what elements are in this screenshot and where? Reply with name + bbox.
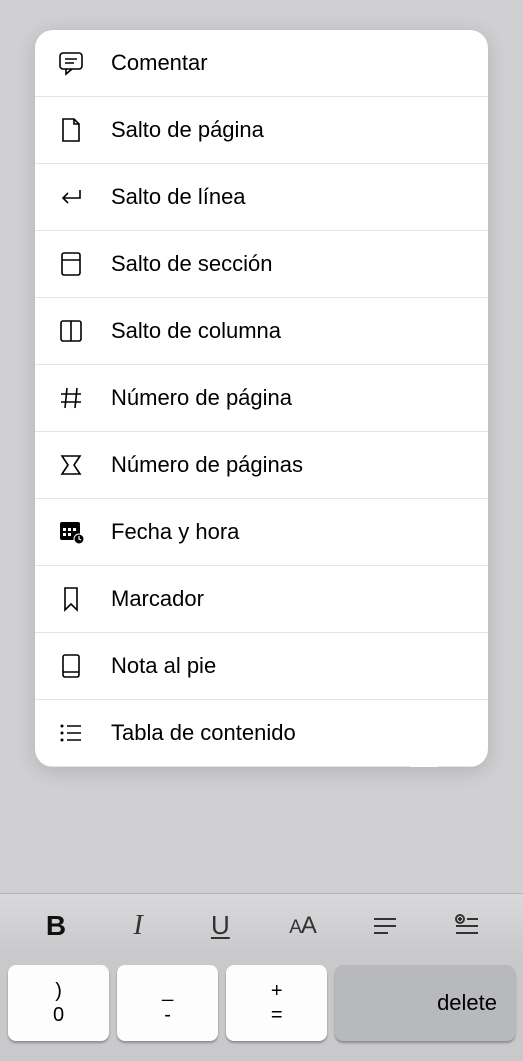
page-count-icon [55, 449, 87, 481]
comment-icon [55, 47, 87, 79]
menu-item-label: Número de páginas [111, 452, 303, 478]
footnote-icon [55, 650, 87, 682]
page-number-icon [55, 382, 87, 414]
key-bottom-label: - [164, 1003, 171, 1027]
insert-button[interactable] [443, 902, 491, 950]
align-button[interactable] [361, 902, 409, 950]
menu-item-label: Tabla de contenido [111, 720, 296, 746]
menu-item-label: Salto de página [111, 117, 264, 143]
menu-item-label: Número de página [111, 385, 292, 411]
menu-item-page-count[interactable]: Número de páginas [35, 432, 488, 499]
font-size-icon: AA [289, 912, 316, 940]
section-break-icon [55, 248, 87, 280]
menu-item-label: Salto de columna [111, 318, 281, 344]
page-break-icon [55, 114, 87, 146]
menu-item-label: Marcador [111, 586, 204, 612]
popup-container: Comentar Salto de página Salto de línea … [0, 0, 523, 893]
insert-icon [452, 911, 482, 941]
font-size-button[interactable]: AA [279, 902, 327, 950]
menu-item-label: Salto de línea [111, 184, 246, 210]
menu-item-page-number[interactable]: Número de página [35, 365, 488, 432]
keyboard-row: ) 0 _ - + = delete [0, 957, 523, 1061]
menu-item-comment[interactable]: Comentar [35, 30, 488, 97]
menu-item-toc[interactable]: Tabla de contenido [35, 700, 488, 767]
menu-item-label: Salto de sección [111, 251, 272, 277]
popup-tail [410, 766, 438, 767]
menu-item-datetime[interactable]: Fecha y hora [35, 499, 488, 566]
key-bottom-label: = [271, 1003, 283, 1027]
align-icon [370, 911, 400, 941]
menu-item-page-break[interactable]: Salto de página [35, 97, 488, 164]
key-underscore-minus[interactable]: _ - [117, 965, 218, 1041]
key-delete[interactable]: delete [335, 965, 515, 1041]
bold-icon: B [46, 910, 66, 942]
menu-item-label: Fecha y hora [111, 519, 239, 545]
line-break-icon [55, 181, 87, 213]
key-delete-label: delete [437, 990, 497, 1016]
menu-item-label: Comentar [111, 50, 208, 76]
italic-icon: I [134, 910, 143, 942]
insert-menu-popup: Comentar Salto de página Salto de línea … [35, 30, 488, 767]
key-top-label: _ [162, 979, 173, 1003]
menu-item-bookmark[interactable]: Marcador [35, 566, 488, 633]
menu-item-section-break[interactable]: Salto de sección [35, 231, 488, 298]
menu-item-column-break[interactable]: Salto de columna [35, 298, 488, 365]
key-paren-zero[interactable]: ) 0 [8, 965, 109, 1041]
menu-item-label: Nota al pie [111, 653, 216, 679]
bold-button[interactable]: B [32, 902, 80, 950]
datetime-icon [55, 516, 87, 548]
underline-icon: U [211, 910, 230, 941]
toc-icon [55, 717, 87, 749]
menu-item-line-break[interactable]: Salto de línea [35, 164, 488, 231]
format-toolbar: B I U AA [0, 893, 523, 957]
menu-item-footnote[interactable]: Nota al pie [35, 633, 488, 700]
key-top-label: + [271, 979, 283, 1003]
underline-button[interactable]: U [196, 902, 244, 950]
key-top-label: ) [55, 979, 62, 1003]
key-plus-equals[interactable]: + = [226, 965, 327, 1041]
italic-button[interactable]: I [114, 902, 162, 950]
bookmark-icon [55, 583, 87, 615]
key-bottom-label: 0 [53, 1003, 64, 1027]
column-break-icon [55, 315, 87, 347]
